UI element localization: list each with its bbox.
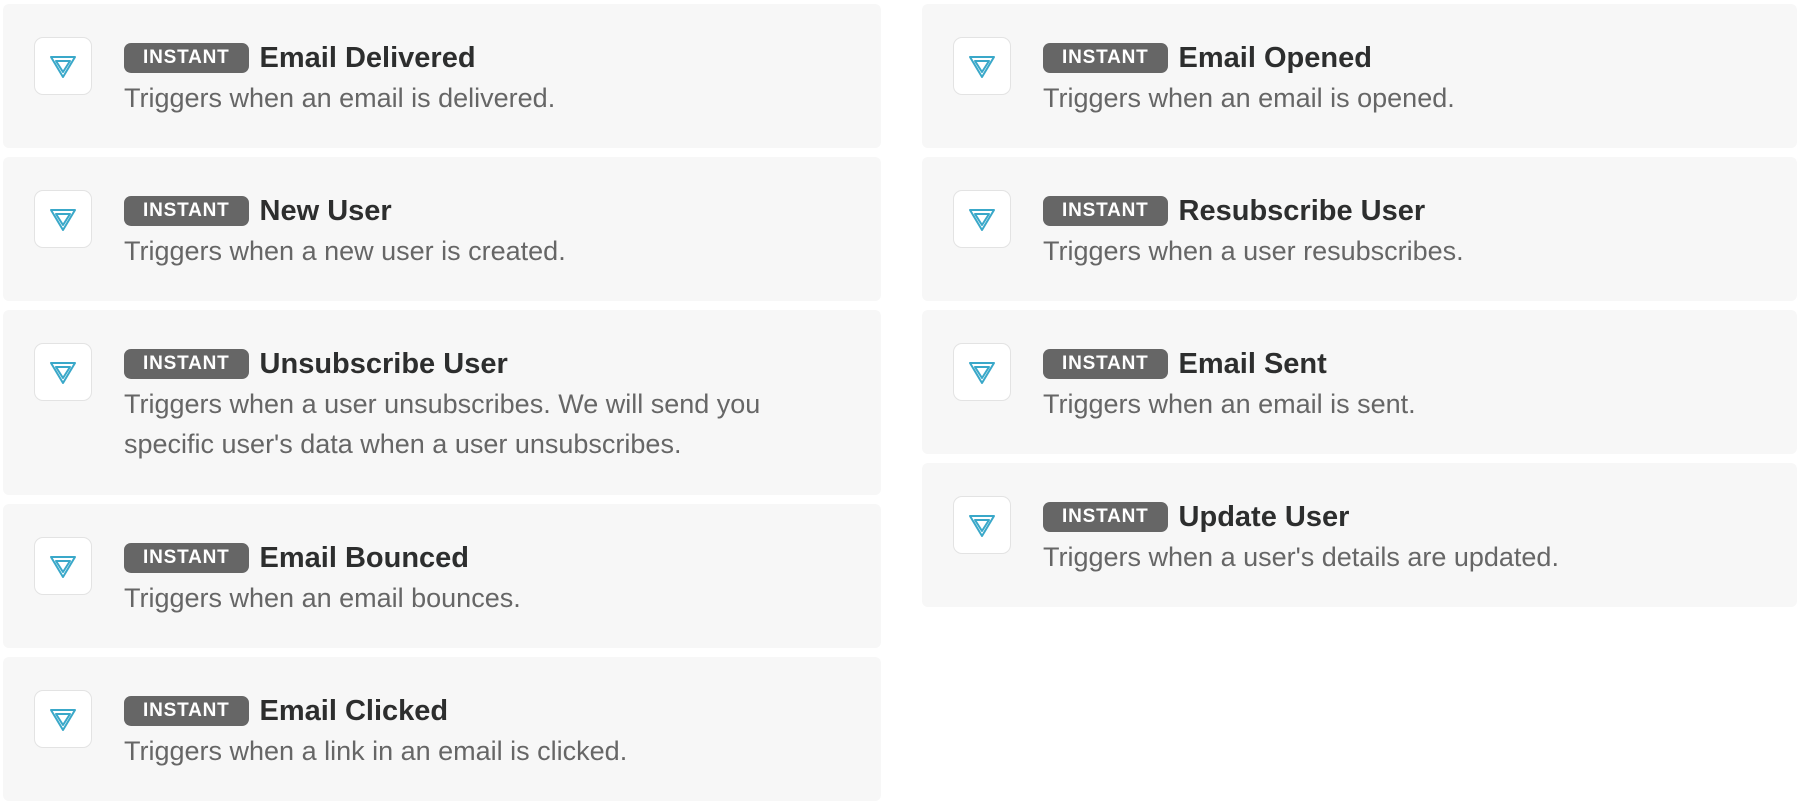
trigger-card-update-user[interactable]: INSTANT Update User Triggers when a user… bbox=[922, 463, 1797, 607]
trigger-card-email-delivered[interactable]: INSTANT Email Delivered Triggers when an… bbox=[3, 4, 881, 148]
trigger-description: Triggers when an email is delivered. bbox=[124, 83, 556, 113]
instant-badge: INSTANT bbox=[1043, 502, 1168, 532]
instant-badge: INSTANT bbox=[124, 543, 249, 573]
app-logo-icon bbox=[34, 190, 92, 248]
instant-badge: INSTANT bbox=[124, 43, 249, 73]
trigger-card-email-sent[interactable]: INSTANT Email Sent Triggers when an emai… bbox=[922, 310, 1797, 454]
app-logo-icon bbox=[953, 343, 1011, 401]
app-logo-icon bbox=[953, 190, 1011, 248]
trigger-title: Email Clicked bbox=[259, 694, 449, 727]
instant-badge: INSTANT bbox=[1043, 196, 1168, 226]
trigger-description: Triggers when a new user is created. bbox=[124, 236, 566, 266]
trigger-title: Email Sent bbox=[1178, 347, 1327, 380]
instant-badge: INSTANT bbox=[1043, 349, 1168, 379]
app-logo-icon bbox=[953, 496, 1011, 554]
app-logo-icon bbox=[34, 37, 92, 95]
trigger-description: Triggers when a link in an email is clic… bbox=[124, 736, 628, 766]
trigger-description: Triggers when a user unsubscribes. We wi… bbox=[124, 389, 761, 459]
trigger-title: Unsubscribe User bbox=[259, 347, 508, 380]
trigger-card-resubscribe-user[interactable]: INSTANT Resubscribe User Triggers when a… bbox=[922, 157, 1797, 301]
instant-badge: INSTANT bbox=[1043, 43, 1168, 73]
trigger-title: Resubscribe User bbox=[1178, 194, 1426, 227]
trigger-title: Update User bbox=[1178, 500, 1350, 533]
trigger-description: Triggers when an email is sent. bbox=[1043, 389, 1416, 419]
app-logo-icon bbox=[953, 37, 1011, 95]
trigger-column-left: INSTANT Email Delivered Triggers when an… bbox=[3, 4, 881, 801]
trigger-column-right: INSTANT Email Opened Triggers when an em… bbox=[922, 4, 1797, 607]
trigger-title: Email Delivered bbox=[259, 41, 476, 74]
instant-badge: INSTANT bbox=[124, 349, 249, 379]
instant-badge: INSTANT bbox=[124, 196, 249, 226]
trigger-description: Triggers when a user resubscribes. bbox=[1043, 236, 1464, 266]
trigger-card-new-user[interactable]: INSTANT New User Triggers when a new use… bbox=[3, 157, 881, 301]
trigger-title: New User bbox=[259, 194, 392, 227]
instant-badge: INSTANT bbox=[124, 696, 249, 726]
app-logo-icon bbox=[34, 537, 92, 595]
app-logo-icon bbox=[34, 690, 92, 748]
trigger-card-email-clicked[interactable]: INSTANT Email Clicked Triggers when a li… bbox=[3, 657, 881, 801]
trigger-title: Email Bounced bbox=[259, 541, 470, 574]
trigger-description: Triggers when a user's details are updat… bbox=[1043, 542, 1559, 572]
trigger-card-email-opened[interactable]: INSTANT Email Opened Triggers when an em… bbox=[922, 4, 1797, 148]
trigger-grid: INSTANT Email Delivered Triggers when an… bbox=[0, 0, 1800, 802]
app-logo-icon bbox=[34, 343, 92, 401]
trigger-description: Triggers when an email is opened. bbox=[1043, 83, 1455, 113]
trigger-card-email-bounced[interactable]: INSTANT Email Bounced Triggers when an e… bbox=[3, 504, 881, 648]
trigger-card-unsubscribe-user[interactable]: INSTANT Unsubscribe User Triggers when a… bbox=[3, 310, 881, 495]
trigger-title: Email Opened bbox=[1178, 41, 1372, 74]
trigger-description: Triggers when an email bounces. bbox=[124, 583, 521, 613]
